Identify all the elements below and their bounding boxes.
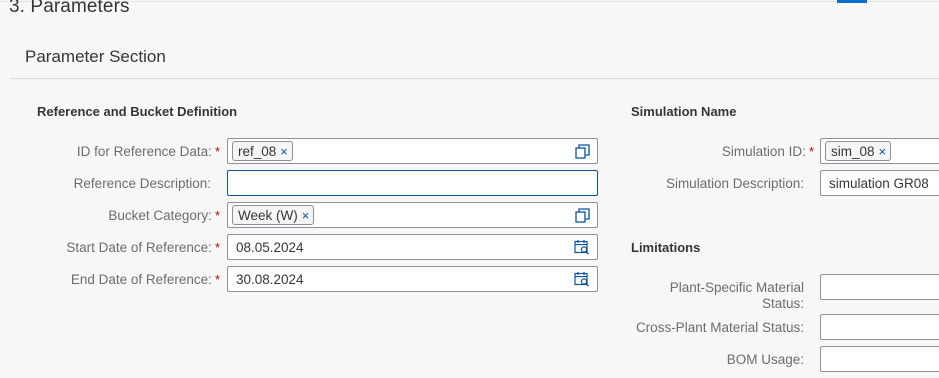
bom-usage-input[interactable] bbox=[820, 346, 939, 372]
bucket-category-token: Week (W) × bbox=[232, 205, 315, 225]
remove-token-icon[interactable]: × bbox=[879, 145, 887, 158]
required-marker: * bbox=[214, 272, 220, 287]
top-divider bbox=[0, 1, 939, 2]
value-help-icon[interactable] bbox=[573, 142, 591, 160]
end-date-input[interactable]: 30.08.2024 bbox=[227, 266, 598, 292]
step-title: 3. Parameters bbox=[9, 0, 130, 17]
cross-plant-status-input[interactable] bbox=[820, 314, 939, 340]
start-date-label: Start Date of Reference: * bbox=[66, 240, 220, 255]
value-help-icon[interactable] bbox=[573, 206, 591, 224]
bucket-category-field[interactable]: Week (W) × bbox=[227, 202, 598, 228]
required-marker: * bbox=[214, 240, 220, 255]
reference-description-label: Reference Description: bbox=[73, 176, 211, 191]
section-divider bbox=[10, 78, 939, 79]
end-date-label: End Date of Reference: * bbox=[70, 272, 220, 287]
calendar-icon[interactable] bbox=[573, 270, 591, 288]
simulation-id-label: Simulation ID: * bbox=[721, 144, 814, 159]
reference-id-token: ref_08 × bbox=[232, 141, 293, 161]
reference-group-title: Reference and Bucket Definition bbox=[37, 104, 238, 119]
simulation-id-field[interactable]: sim_08 × bbox=[820, 138, 939, 164]
reference-id-field[interactable]: ref_08 × bbox=[227, 138, 598, 164]
plant-status-label: Plant-Specific Material Status: bbox=[669, 280, 804, 311]
simulation-description-input[interactable]: simulation GR08 bbox=[820, 170, 939, 196]
required-marker: * bbox=[808, 144, 814, 159]
required-marker: * bbox=[214, 144, 220, 159]
simulation-group-title: Simulation Name bbox=[631, 104, 737, 119]
top-accent-bar bbox=[837, 0, 867, 3]
reference-description-input[interactable] bbox=[227, 170, 598, 196]
simulation-id-token: sim_08 × bbox=[825, 141, 892, 161]
required-marker: * bbox=[214, 208, 220, 223]
start-date-input[interactable]: 08.05.2024 bbox=[227, 234, 598, 260]
reference-id-label: ID for Reference Data: * bbox=[76, 144, 220, 159]
cross-plant-status-label: Cross-Plant Material Status: bbox=[635, 320, 804, 335]
plant-status-input[interactable] bbox=[820, 274, 939, 300]
section-title: Parameter Section bbox=[25, 47, 166, 66]
remove-token-icon[interactable]: × bbox=[302, 209, 310, 222]
bucket-category-label: Bucket Category: * bbox=[108, 208, 220, 223]
bom-usage-label: BOM Usage: bbox=[726, 352, 804, 367]
limitations-group-title: Limitations bbox=[631, 240, 701, 255]
remove-token-icon[interactable]: × bbox=[280, 145, 288, 158]
calendar-icon[interactable] bbox=[573, 238, 591, 256]
simulation-description-label: Simulation Description: bbox=[665, 176, 804, 191]
